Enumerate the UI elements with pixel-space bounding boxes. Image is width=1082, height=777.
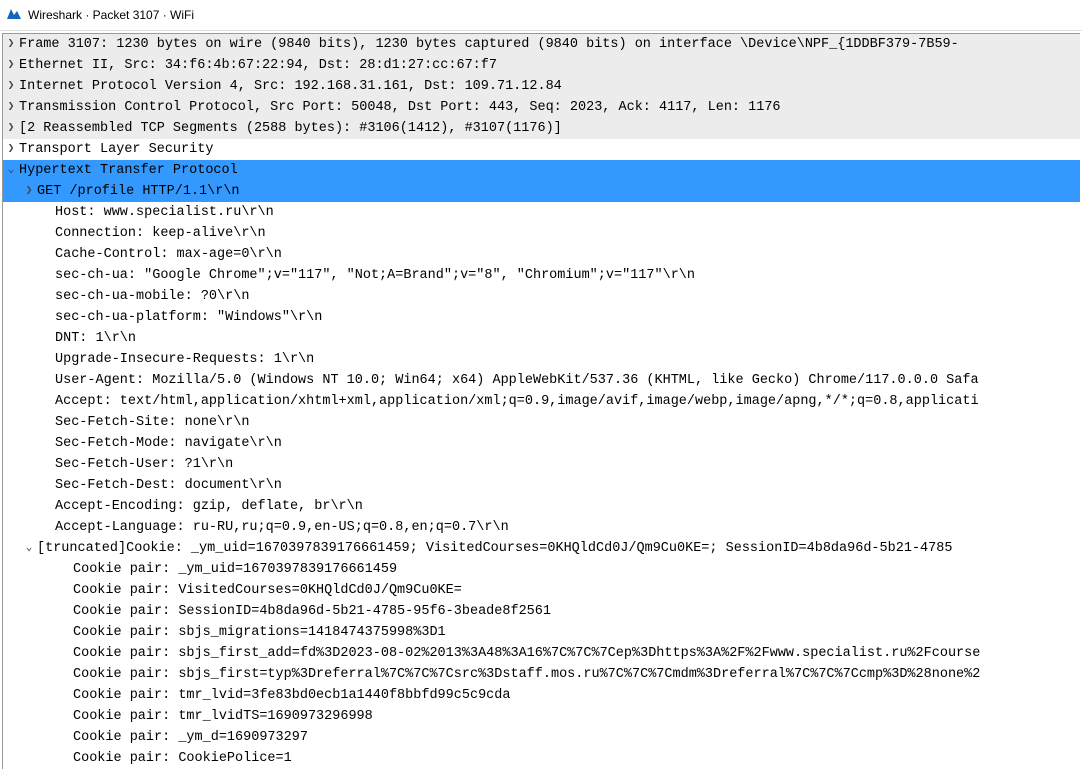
packet-details-pane[interactable]: ❯ Frame 3107: 1230 bytes on wire (9840 b… xyxy=(2,33,1080,769)
tree-item-http-header[interactable]: ❯Sec-Fetch-User: ?1\r\n xyxy=(3,454,1080,475)
tree-item-http-header[interactable]: ❯User-Agent: Mozilla/5.0 (Windows NT 10.… xyxy=(3,370,1080,391)
expand-icon[interactable]: ❯ xyxy=(3,139,19,160)
tree-item-http-header[interactable]: ❯Accept: text/html,application/xhtml+xml… xyxy=(3,391,1080,412)
expand-icon[interactable]: ❯ xyxy=(3,97,19,118)
window-title: Wireshark · Packet 3107 · WiFi xyxy=(28,8,194,22)
tree-item-http-header[interactable]: ❯sec-ch-ua: "Google Chrome";v="117", "No… xyxy=(3,265,1080,286)
tree-item-http-header[interactable]: ❯Upgrade-Insecure-Requests: 1\r\n xyxy=(3,349,1080,370)
protocol-tree[interactable]: ❯ Frame 3107: 1230 bytes on wire (9840 b… xyxy=(3,34,1080,769)
tree-item-cookie-pair[interactable]: ❯Cookie pair: sbjs_migrations=1418474375… xyxy=(3,622,1080,643)
tree-item-http[interactable]: ⌄ Hypertext Transfer Protocol xyxy=(3,160,1080,181)
tree-item-frame[interactable]: ❯ Frame 3107: 1230 bytes on wire (9840 b… xyxy=(3,34,1080,55)
tree-item-tcp[interactable]: ❯ Transmission Control Protocol, Src Por… xyxy=(3,97,1080,118)
tree-item-http-header[interactable]: ❯Connection: keep-alive\r\n xyxy=(3,223,1080,244)
tree-item-cookie-pair[interactable]: ❯Cookie pair: VisitedCourses=0KHQldCd0J/… xyxy=(3,580,1080,601)
tree-item-http-header[interactable]: ❯Host: www.specialist.ru\r\n xyxy=(3,202,1080,223)
tree-item-cookie-pair[interactable]: ❯Cookie pair: _ym_uid=167039783917666145… xyxy=(3,559,1080,580)
tree-item-cookie-pair[interactable]: ❯Cookie pair: tmr_lvid=3fe83bd0ecb1a1440… xyxy=(3,685,1080,706)
tree-item-cookie-pair[interactable]: ❯Cookie pair: SessionID=4b8da96d-5b21-47… xyxy=(3,601,1080,622)
tree-item-http-header[interactable]: ❯Accept-Language: ru-RU,ru;q=0.9,en-US;q… xyxy=(3,517,1080,538)
tree-item-cookie-pair[interactable]: ❯Cookie pair: sbjs_first_add=fd%3D2023-0… xyxy=(3,643,1080,664)
tree-item-ip[interactable]: ❯ Internet Protocol Version 4, Src: 192.… xyxy=(3,76,1080,97)
expand-icon[interactable]: ❯ xyxy=(3,76,19,97)
expand-icon[interactable]: ❯ xyxy=(3,34,19,55)
tree-item-http-header[interactable]: ❯Cache-Control: max-age=0\r\n xyxy=(3,244,1080,265)
tree-item-http-header[interactable]: ❯sec-ch-ua-platform: "Windows"\r\n xyxy=(3,307,1080,328)
tree-item-cookie-truncated[interactable]: ⌄ [truncated]Cookie: _ym_uid=16703978391… xyxy=(3,538,1080,559)
tree-item-ethernet[interactable]: ❯ Ethernet II, Src: 34:f6:4b:67:22:94, D… xyxy=(3,55,1080,76)
expand-icon[interactable]: ❯ xyxy=(3,118,19,139)
tree-item-cookie-pair[interactable]: ❯Cookie pair: tmr_lvidTS=1690973296998 xyxy=(3,706,1080,727)
tree-item-cookie-pair[interactable]: ❯Cookie pair: _ym_d=1690973297 xyxy=(3,727,1080,748)
tree-item-tls[interactable]: ❯ Transport Layer Security xyxy=(3,139,1080,160)
expand-icon[interactable]: ❯ xyxy=(21,181,37,202)
title-bar: Wireshark · Packet 3107 · WiFi xyxy=(0,0,1082,31)
wireshark-icon xyxy=(6,6,28,25)
tree-item-http-header[interactable]: ❯sec-ch-ua-mobile: ?0\r\n xyxy=(3,286,1080,307)
tree-item-cookie-pair[interactable]: ❯Cookie pair: sbjs_first=typ%3Dreferral%… xyxy=(3,664,1080,685)
collapse-icon[interactable]: ⌄ xyxy=(3,160,19,181)
tree-item-http-header[interactable]: ❯Sec-Fetch-Dest: document\r\n xyxy=(3,475,1080,496)
tree-item-get-request[interactable]: ❯ GET /profile HTTP/1.1\r\n xyxy=(3,181,1080,202)
tree-item-http-header[interactable]: ❯Sec-Fetch-Site: none\r\n xyxy=(3,412,1080,433)
tree-item-http-header[interactable]: ❯DNT: 1\r\n xyxy=(3,328,1080,349)
tree-item-cookie-pair[interactable]: ❯Cookie pair: CookiePolice=1 xyxy=(3,748,1080,769)
tree-item-reassembled[interactable]: ❯ [2 Reassembled TCP Segments (2588 byte… xyxy=(3,118,1080,139)
collapse-icon[interactable]: ⌄ xyxy=(21,538,37,559)
tree-item-http-header[interactable]: ❯Sec-Fetch-Mode: navigate\r\n xyxy=(3,433,1080,454)
tree-item-http-header[interactable]: ❯Accept-Encoding: gzip, deflate, br\r\n xyxy=(3,496,1080,517)
expand-icon[interactable]: ❯ xyxy=(3,55,19,76)
